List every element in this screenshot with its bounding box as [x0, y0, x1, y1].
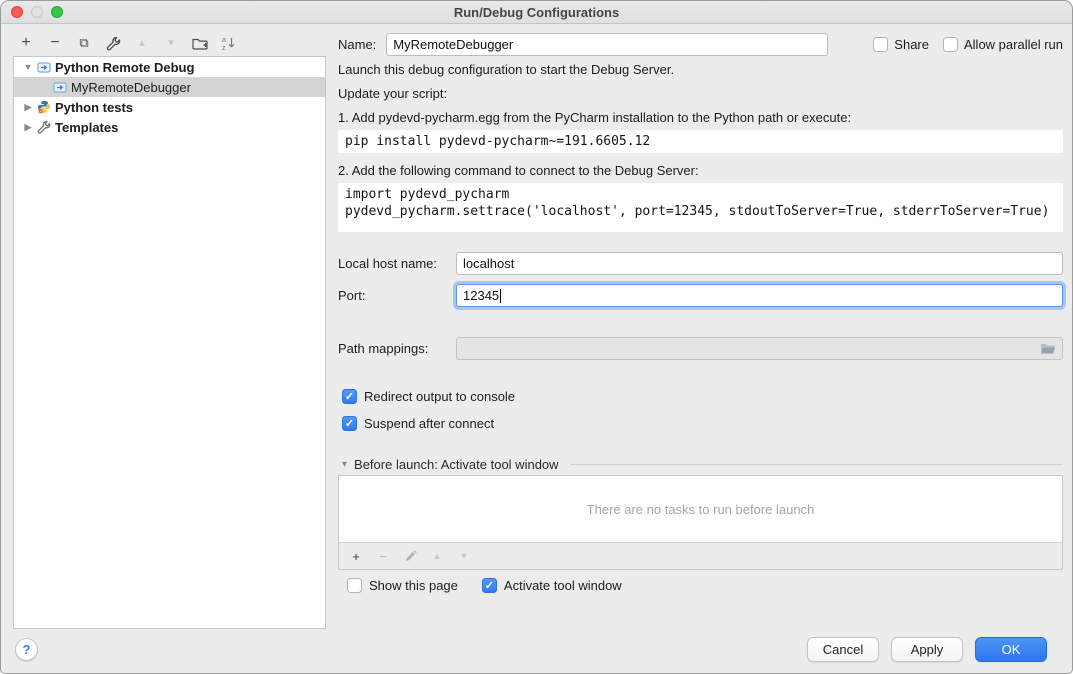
help-button[interactable]: ?: [15, 638, 38, 661]
footer-buttons: Cancel Apply OK: [807, 637, 1047, 662]
tree-item-label: MyRemoteDebugger: [71, 80, 191, 95]
port-input[interactable]: 12345: [456, 284, 1063, 307]
move-task-down-button[interactable]: ▼: [457, 547, 471, 565]
pip-install-code-block: pip install pydevd-pycharm~=191.6605.12: [338, 130, 1063, 153]
expand-arrow-icon[interactable]: ▶: [22, 122, 34, 133]
allow-parallel-run-checkbox[interactable]: [943, 37, 958, 52]
show-this-page-label: Show this page: [369, 578, 458, 593]
section-divider: [570, 464, 1063, 465]
remove-task-button[interactable]: −: [376, 547, 390, 565]
tree-item-python-remote-debug[interactable]: ▼ Python Remote Debug: [14, 57, 325, 77]
window-title: Run/Debug Configurations: [1, 5, 1072, 20]
move-up-button[interactable]: ▲: [133, 34, 151, 52]
path-mappings-label: Path mappings:: [338, 341, 456, 356]
tree-item-python-tests[interactable]: ▶ Python tests: [14, 97, 325, 117]
configuration-description: Launch this debug configuration to start…: [338, 61, 1063, 241]
name-input[interactable]: MyRemoteDebugger: [386, 33, 828, 56]
activate-tool-window-checkbox[interactable]: ✓: [482, 578, 497, 593]
allow-parallel-run-label: Allow parallel run: [964, 37, 1063, 52]
sort-configurations-icon[interactable]: az: [220, 34, 238, 52]
path-mappings-input[interactable]: [456, 337, 1063, 360]
local-host-input[interactable]: localhost: [456, 252, 1063, 275]
share-checkbox[interactable]: [873, 37, 888, 52]
show-this-page-checkbox[interactable]: [347, 578, 362, 593]
settrace-code-block: import pydevd_pycharm pydevd_pycharm.set…: [338, 183, 1063, 232]
move-down-button[interactable]: ▼: [162, 34, 180, 52]
description-step-2: 2. Add the following command to connect …: [338, 162, 1063, 179]
allow-parallel-run-checkbox-group: Allow parallel run: [943, 37, 1063, 52]
tree-item-templates[interactable]: ▶ Templates: [14, 117, 325, 137]
before-launch-task-list: There are no tasks to run before launch …: [338, 475, 1063, 570]
description-line: Update your script:: [338, 85, 1063, 102]
redirect-output-checkbox[interactable]: ✓: [342, 389, 357, 404]
port-row: Port: 12345: [338, 284, 1063, 307]
name-row: Name: MyRemoteDebugger Share Allow paral…: [338, 33, 1063, 56]
remove-configuration-button[interactable]: −: [46, 34, 64, 52]
share-label: Share: [894, 37, 929, 52]
templates-wrench-icon: [36, 120, 51, 135]
local-host-row: Local host name: localhost: [338, 252, 1063, 275]
add-task-button[interactable]: +: [349, 547, 363, 565]
collapse-arrow-icon[interactable]: ▼: [22, 62, 34, 72]
local-host-label: Local host name:: [338, 256, 456, 271]
remote-debug-config-icon: [36, 60, 51, 75]
tree-item-label: Python tests: [55, 100, 133, 115]
browse-folder-icon[interactable]: [1040, 342, 1056, 355]
run-debug-configurations-dialog: Run/Debug Configurations + − ⧉ ▲ ▼ az ▼ …: [0, 0, 1073, 674]
tree-item-label: Templates: [55, 120, 118, 135]
suspend-after-connect-label: Suspend after connect: [364, 416, 494, 431]
configurations-tree: ▼ Python Remote Debug MyRemoteDebugger ▶…: [13, 56, 326, 629]
name-label: Name:: [338, 37, 376, 52]
expand-arrow-icon[interactable]: ▶: [22, 102, 34, 113]
empty-task-list-message: There are no tasks to run before launch: [339, 476, 1062, 542]
title-bar: Run/Debug Configurations: [1, 1, 1072, 24]
port-label: Port:: [338, 288, 456, 303]
tree-item-label: Python Remote Debug: [55, 60, 194, 75]
python-logo-icon: [36, 100, 51, 115]
move-task-up-button[interactable]: ▲: [430, 547, 444, 565]
description-line: Launch this debug configuration to start…: [338, 61, 1063, 78]
copy-configuration-icon[interactable]: ⧉: [75, 34, 93, 52]
activate-tool-window-label: Activate tool window: [504, 578, 622, 593]
redirect-output-label: Redirect output to console: [364, 389, 515, 404]
add-configuration-button[interactable]: +: [17, 34, 35, 52]
path-mappings-row: Path mappings:: [338, 337, 1063, 360]
collapse-section-icon[interactable]: ▾: [342, 459, 347, 470]
new-folder-icon[interactable]: [191, 34, 209, 52]
task-list-toolbar: + − ▲ ▼: [339, 542, 1062, 569]
suspend-after-connect-row: ✓ Suspend after connect: [342, 416, 494, 431]
share-checkbox-group: Share: [873, 37, 929, 52]
redirect-output-row: ✓ Redirect output to console: [342, 389, 515, 404]
description-step-1: 1. Add pydevd-pycharm.egg from the PyCha…: [338, 109, 1063, 126]
page-options-row: Show this page ✓ Activate tool window: [347, 578, 622, 593]
suspend-after-connect-checkbox[interactable]: ✓: [342, 416, 357, 431]
remote-debug-config-icon: [52, 80, 67, 95]
svg-text:a: a: [222, 37, 226, 44]
cancel-button[interactable]: Cancel: [807, 637, 879, 662]
dialog-footer: ? Cancel Apply OK: [1, 627, 1072, 673]
apply-button[interactable]: Apply: [891, 637, 963, 662]
text-caret: [500, 289, 501, 303]
edit-defaults-wrench-icon[interactable]: [104, 34, 122, 52]
edit-task-pencil-icon[interactable]: [403, 547, 417, 565]
before-launch-header: ▾ Before launch: Activate tool window: [342, 457, 1063, 472]
svg-text:z: z: [222, 45, 226, 51]
ok-button[interactable]: OK: [975, 637, 1047, 662]
tree-item-myremotedebugger-selected[interactable]: MyRemoteDebugger: [14, 77, 325, 97]
configurations-toolbar: + − ⧉ ▲ ▼ az: [17, 33, 238, 53]
before-launch-title: Before launch: Activate tool window: [354, 457, 559, 472]
